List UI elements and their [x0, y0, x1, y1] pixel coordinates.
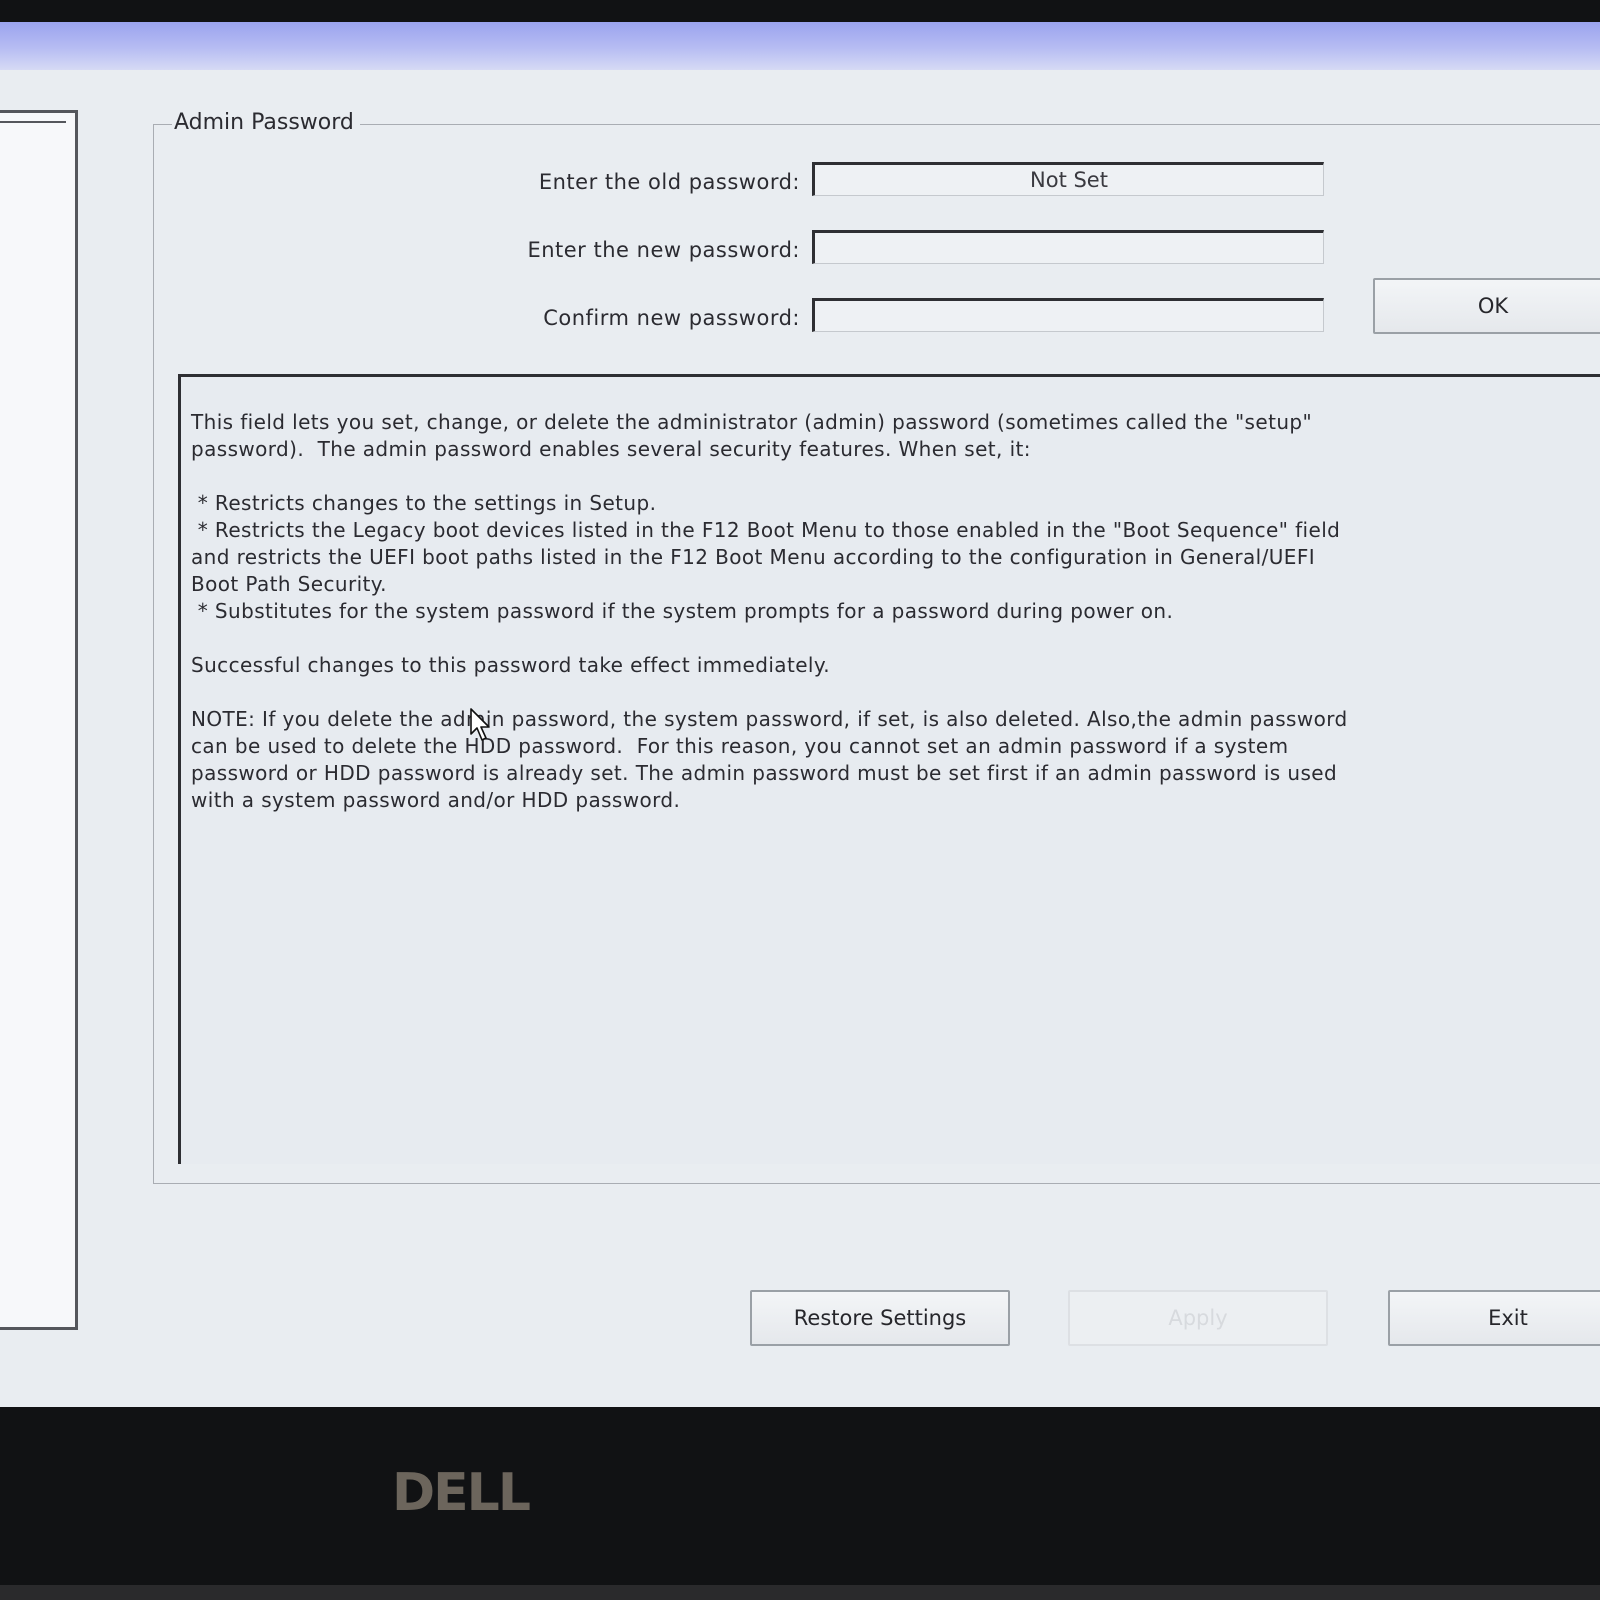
confirm-password-label: Confirm new password:: [543, 306, 800, 330]
confirm-password-field[interactable]: [812, 298, 1324, 332]
restore-settings-label: Restore Settings: [793, 1306, 967, 1330]
old-password-field[interactable]: [812, 162, 1324, 196]
restore-settings-button[interactable]: Restore Settings: [750, 1290, 1010, 1346]
ok-button[interactable]: OK: [1373, 278, 1600, 334]
help-effect: Successful changes to this password take…: [191, 653, 831, 677]
ok-button-label: OK: [1477, 294, 1509, 318]
dell-logo: DELL: [392, 1463, 531, 1523]
settings-tree-panel[interactable]: [0, 110, 78, 1330]
old-password-label: Enter the old password:: [538, 170, 800, 194]
keyboard-edge: [0, 1585, 1600, 1600]
group-title: Admin Password: [172, 110, 360, 135]
help-text-panel: This field lets you set, change, or dele…: [178, 374, 1600, 1164]
title-bar: [0, 22, 1600, 70]
bios-screen: Admin Password Enter the old password: E…: [0, 22, 1600, 1407]
tree-divider: [0, 121, 66, 123]
apply-label: Apply: [1168, 1306, 1228, 1330]
exit-label: Exit: [1488, 1306, 1528, 1330]
help-bullet-setup: * Restricts changes to the settings in S…: [191, 491, 657, 515]
mouse-pointer-icon: [470, 708, 490, 741]
exit-button[interactable]: Exit: [1388, 1290, 1600, 1346]
help-intro: This field lets you set, change, or dele…: [191, 410, 1313, 461]
apply-button[interactable]: Apply: [1068, 1290, 1328, 1346]
help-bullet-system-password: * Substitutes for the system password if…: [191, 599, 1174, 623]
new-password-label: Enter the new password:: [527, 238, 800, 262]
new-password-field[interactable]: [812, 230, 1324, 264]
help-text: This field lets you set, change, or dele…: [191, 409, 1600, 814]
help-bullet-boot: * Restricts the Legacy boot devices list…: [191, 518, 1341, 596]
help-note: NOTE: If you delete the admin password, …: [191, 707, 1348, 812]
